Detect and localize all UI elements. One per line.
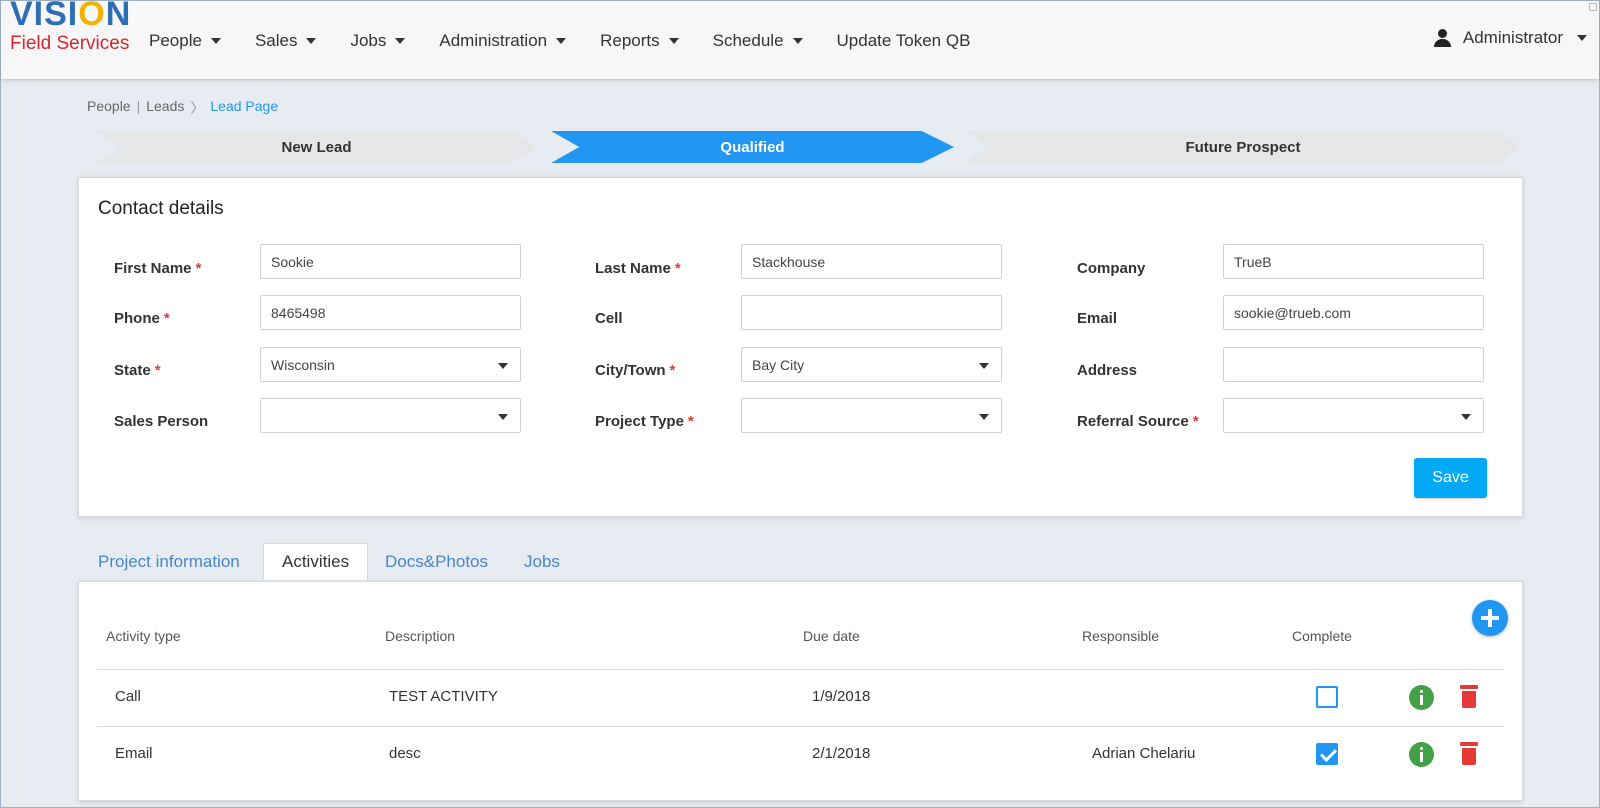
caret-down-icon: [668, 38, 679, 44]
table-row: Call TEST ACTIVITY 1/9/2018: [97, 669, 1504, 726]
first-name-field[interactable]: Sookie: [260, 244, 521, 279]
header-due-date: Due date: [803, 628, 860, 644]
phone-field[interactable]: 8465498: [260, 295, 521, 330]
city-label: City/Town *: [595, 362, 676, 379]
activity-due-date: 2/1/2018: [812, 745, 871, 762]
referral-source-label: Referral Source *: [1077, 413, 1199, 430]
trash-icon[interactable]: [1460, 742, 1478, 765]
sales-person-select[interactable]: [260, 398, 521, 433]
complete-checkbox[interactable]: [1316, 686, 1338, 708]
phone-label: Phone *: [114, 310, 170, 327]
dropdown-arrow-icon: [1461, 414, 1471, 420]
address-label: Address: [1077, 362, 1138, 379]
last-name-label: Last Name *: [595, 260, 681, 277]
dropdown-arrow-icon: [498, 363, 508, 369]
dropdown-arrow-icon: [979, 363, 989, 369]
caret-down-icon: [210, 38, 221, 44]
caret-down-icon: [1577, 35, 1587, 41]
activity-type: Email: [115, 745, 153, 762]
sales-person-label: Sales Person: [114, 413, 209, 430]
menu-people[interactable]: People: [149, 29, 221, 53]
main-menu: People Sales Jobs Administration Reports…: [149, 29, 1004, 53]
activities-card: Activity type Description Due date Respo…: [78, 581, 1523, 801]
tab-activities[interactable]: Activities: [263, 543, 369, 580]
header-responsible: Responsible: [1082, 628, 1160, 644]
menu-administration[interactable]: Administration: [439, 29, 567, 53]
first-name-label: First Name *: [114, 260, 202, 277]
cell-field[interactable]: [741, 295, 1002, 330]
breadcrumb-current: Lead Page: [210, 98, 279, 114]
company-field[interactable]: TrueB: [1223, 244, 1484, 279]
email-field[interactable]: sookie@trueb.com: [1223, 295, 1484, 330]
activity-responsible: Adrian Chelariu: [1092, 745, 1196, 762]
stage-future-prospect[interactable]: Future Prospect: [965, 131, 1521, 163]
activity-description: desc: [389, 745, 421, 762]
menu-update-token-qb[interactable]: Update Token QB: [837, 29, 971, 53]
complete-checkbox[interactable]: [1316, 743, 1338, 765]
table-row: Email desc 2/1/2018 Adrian Chelariu: [97, 726, 1504, 783]
cell-label: Cell: [595, 310, 623, 327]
project-type-label: Project Type *: [595, 413, 694, 430]
info-icon[interactable]: [1409, 685, 1434, 710]
trash-icon[interactable]: [1460, 685, 1478, 708]
dropdown-arrow-icon: [498, 414, 508, 420]
state-label: State *: [114, 362, 161, 379]
address-field[interactable]: [1223, 347, 1484, 382]
tab-jobs[interactable]: Jobs: [506, 543, 578, 580]
contact-details-card: Contact details First Name * Sookie Phone…: [78, 177, 1523, 517]
menu-reports[interactable]: Reports: [600, 29, 679, 53]
header-description: Description: [385, 628, 456, 644]
info-icon[interactable]: [1409, 742, 1434, 767]
city-select[interactable]: Bay City: [741, 347, 1002, 382]
caret-down-icon: [306, 38, 317, 44]
menu-schedule[interactable]: Schedule: [713, 29, 803, 53]
vision-logo[interactable]: VISION Field Services: [8, 0, 133, 57]
stage-new-lead[interactable]: New Lead: [95, 131, 538, 163]
state-select[interactable]: Wisconsin: [260, 347, 521, 382]
window-corner-icon: [1589, 3, 1597, 11]
activity-description: TEST ACTIVITY: [389, 688, 498, 705]
caret-down-icon: [556, 38, 567, 44]
activity-due-date: 1/9/2018: [812, 688, 871, 705]
breadcrumb: People | Leads 〉 Lead Page: [87, 98, 279, 118]
menu-sales[interactable]: Sales: [255, 29, 317, 53]
user-menu[interactable]: Administrator: [1433, 28, 1587, 48]
contact-details-title: Contact details: [98, 198, 224, 219]
caret-down-icon: [395, 38, 406, 44]
company-label: Company: [1077, 260, 1146, 277]
tab-docs-photos[interactable]: Docs&Photos: [367, 543, 506, 580]
email-label: Email: [1077, 310, 1118, 327]
referral-source-select[interactable]: [1223, 398, 1484, 433]
top-navbar: VISION Field Services People Sales Jobs …: [1, 0, 1599, 80]
menu-jobs[interactable]: Jobs: [350, 29, 406, 53]
stage-qualified[interactable]: Qualified: [551, 131, 954, 163]
breadcrumb-people[interactable]: People: [87, 98, 131, 118]
save-button[interactable]: Save: [1414, 458, 1487, 498]
activity-type: Call: [115, 688, 141, 705]
dropdown-arrow-icon: [979, 414, 989, 420]
breadcrumb-leads[interactable]: Leads: [146, 98, 184, 118]
user-icon: [1433, 29, 1451, 47]
caret-down-icon: [792, 38, 803, 44]
add-activity-button[interactable]: [1472, 600, 1508, 636]
project-type-select[interactable]: [741, 398, 1002, 433]
header-complete: Complete: [1292, 628, 1352, 644]
tab-project-information[interactable]: Project information: [80, 543, 258, 580]
last-name-field[interactable]: Stackhouse: [741, 244, 1002, 279]
header-activity-type: Activity type: [106, 628, 181, 644]
